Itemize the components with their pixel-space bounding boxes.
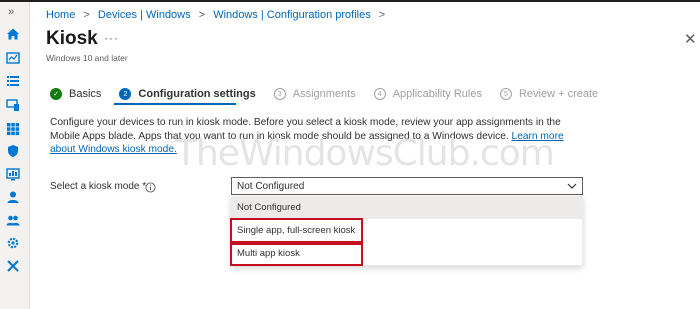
kiosk-mode-dropdown: Not Configured Single app, full-screen k…: [231, 196, 583, 266]
breadcrumb: Home > Devices | Windows > Windows | Con…: [46, 9, 390, 21]
dashboard-icon[interactable]: [6, 51, 20, 65]
step-number: 4: [373, 88, 386, 100]
app-window: » Home > Devices | Windows > Windows | C…: [0, 0, 700, 309]
breadcrumb-separator: >: [198, 9, 206, 21]
step-label: Configuration settings: [138, 88, 256, 100]
step-assignments[interactable]: 3 Assignments: [273, 88, 356, 100]
tools-icon[interactable]: [6, 259, 20, 273]
option-not-configured[interactable]: Not Configured: [232, 197, 582, 219]
expand-nav-icon[interactable]: »: [8, 6, 14, 18]
breadcrumb-separator: >: [83, 9, 90, 21]
step-configuration-settings[interactable]: 2 Configuration settings: [119, 88, 256, 100]
breadcrumb-devices-windows[interactable]: Devices | Windows: [98, 9, 191, 21]
step-number: 2: [119, 88, 132, 100]
step-label: Review + create: [518, 88, 599, 100]
kiosk-mode-label: Select a kiosk mode *: [50, 181, 147, 192]
step-label: Applicability Rules: [392, 88, 482, 100]
page-subtitle: Windows 10 and later: [46, 53, 128, 63]
step-basics[interactable]: ✓ Basics: [50, 88, 101, 100]
settings-icon[interactable]: [6, 236, 20, 250]
reports-icon[interactable]: [6, 167, 20, 181]
step-applicability-rules[interactable]: 4 Applicability Rules: [373, 88, 482, 100]
step-number: 5: [499, 88, 512, 100]
top-border: [0, 0, 700, 2]
left-nav-rail: »: [0, 2, 30, 309]
active-step-indicator: [114, 103, 236, 105]
breadcrumb-configuration-profiles[interactable]: Windows | Configuration profiles: [213, 9, 371, 21]
chevron-down-icon: [567, 181, 577, 191]
description-text: Configure your devices to run in kiosk m…: [50, 117, 561, 142]
list-icon[interactable]: [6, 74, 20, 88]
kiosk-mode-select[interactable]: Not Configured: [231, 177, 583, 195]
security-icon[interactable]: [6, 144, 20, 158]
groups-icon[interactable]: [6, 213, 20, 227]
breadcrumb-home[interactable]: Home: [46, 9, 75, 21]
breadcrumb-separator: >: [378, 9, 386, 21]
wizard-steps: ✓ Basics 2 Configuration settings 3 Assi…: [50, 88, 616, 100]
kiosk-description: Configure your devices to run in kiosk m…: [50, 116, 570, 157]
page-title: Kiosk: [46, 28, 98, 49]
user-icon[interactable]: [6, 190, 20, 204]
apps-icon[interactable]: [6, 122, 20, 136]
kiosk-mode-selected-value: Not Configured: [237, 181, 305, 192]
close-button[interactable]: ✕: [684, 30, 697, 48]
devices-icon[interactable]: [6, 98, 20, 112]
home-icon[interactable]: [6, 27, 20, 41]
step-complete-icon: ✓: [50, 88, 62, 100]
step-review-create[interactable]: 5 Review + create: [499, 88, 599, 100]
option-single-app-kiosk[interactable]: Single app, full-screen kiosk: [232, 220, 582, 242]
info-icon[interactable]: [145, 180, 156, 193]
more-options-button[interactable]: ···: [104, 31, 119, 45]
option-multi-app-kiosk[interactable]: Multi app kiosk: [232, 243, 582, 265]
step-number: 3: [273, 88, 286, 100]
step-label: Basics: [69, 88, 102, 100]
step-label: Assignments: [292, 88, 356, 100]
